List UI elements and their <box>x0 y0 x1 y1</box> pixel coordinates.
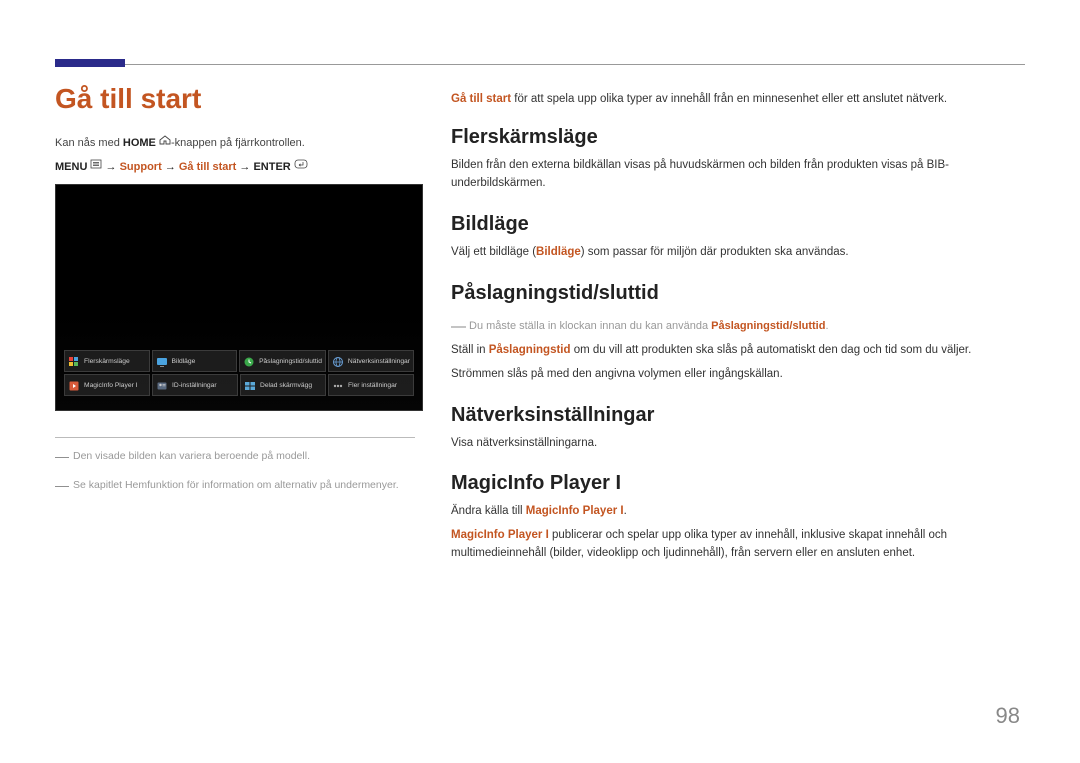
intro-line: Gå till start för att spela upp olika ty… <box>451 91 1025 108</box>
section-title-bildlage: Bildläge <box>451 213 1025 236</box>
screenshot-preview: Flerskärmsläge Bildläge Påslagningstid/s… <box>55 184 423 411</box>
access-pre: Kan nås med <box>55 137 123 149</box>
section-body-flerskarm: Bilden från den externa bildkällan visas… <box>451 157 1025 193</box>
access-instructions: Kan nås med HOME -knappen på fjärrkontro… <box>55 135 423 153</box>
menu-label: Flerskärmsläge <box>84 358 130 365</box>
section-body-natverk: Visa nätverksinställningarna. <box>451 435 1025 453</box>
menu-label: Nätverksinställningar <box>348 358 410 365</box>
menu-row-2: MagicInfo Player I ID-inställningar Dela… <box>64 374 414 396</box>
accent-marker <box>55 59 125 67</box>
section-body-bildlage: Välj ett bildläge (Bildläge) som passar … <box>451 244 1025 262</box>
menu-label: MagicInfo Player I <box>84 382 138 389</box>
menu-item-fler[interactable]: Fler inställningar <box>328 374 414 396</box>
right-column: Gå till start för att spela upp olika ty… <box>451 83 1025 569</box>
menu-item-skarmvagg[interactable]: Delad skärmvägg <box>240 374 326 396</box>
bc-goto: Gå till start <box>179 161 236 173</box>
footnote-1: ―Den visade bilden kan variera beroende … <box>55 444 415 465</box>
enter-icon <box>294 159 308 175</box>
monitor-icon <box>156 355 168 367</box>
section-title-natverk: Nätverksinställningar <box>451 404 1025 427</box>
top-divider <box>55 64 1025 65</box>
breadcrumb: MENU → Support → Gå till start → ENTER <box>55 159 423 177</box>
id-icon <box>156 379 168 391</box>
wall-icon <box>244 379 256 391</box>
content-columns: Gå till start Kan nås med HOME -knappen … <box>55 83 1025 569</box>
menu-label: Bildläge <box>172 358 196 365</box>
menu-row-1: Flerskärmsläge Bildläge Påslagningstid/s… <box>64 350 414 372</box>
menu-icon <box>90 159 102 175</box>
arrow3: → <box>239 161 250 173</box>
menu-item-natverk[interactable]: Nätverksinställningar <box>328 350 414 372</box>
menu-item-bildlage[interactable]: Bildläge <box>152 350 238 372</box>
intro-strong: Gå till start <box>451 93 511 105</box>
play-icon <box>68 379 80 391</box>
menu-grid: Flerskärmsläge Bildläge Påslagningstid/s… <box>64 350 414 398</box>
menu-label: Påslagningstid/sluttid <box>259 358 322 365</box>
section-title-paslag: Påslagningstid/sluttid <box>451 282 1025 305</box>
menu-label: Fler inställningar <box>348 382 397 389</box>
footnotes: ―Den visade bilden kan variera beroende … <box>55 437 415 494</box>
bc-enter: ENTER <box>253 161 290 173</box>
section-body-magicinfo: Ändra källa till MagicInfo Player I. Mag… <box>451 503 1025 562</box>
clock-icon <box>243 355 255 367</box>
menu-item-id[interactable]: ID-inställningar <box>152 374 238 396</box>
paslag-note: ―Du måste ställa in klockan innan du kan… <box>451 313 1025 336</box>
arrow1: → <box>106 161 117 173</box>
section-body-paslag: ―Du måste ställa in klockan innan du kan… <box>451 313 1025 384</box>
page-number: 98 <box>996 703 1020 729</box>
intro-rest: för att spela upp olika typer av innehål… <box>511 93 947 105</box>
menu-item-flerskarm[interactable]: Flerskärmsläge <box>64 350 150 372</box>
arrow2: → <box>165 161 176 173</box>
bc-support: Support <box>120 161 162 173</box>
home-label: HOME <box>123 137 156 149</box>
bc-menu: MENU <box>55 161 87 173</box>
menu-label: ID-inställningar <box>172 382 217 389</box>
page-title: Gå till start <box>55 83 423 115</box>
grid-icon <box>68 355 80 367</box>
menu-item-paslag[interactable]: Påslagningstid/sluttid <box>239 350 326 372</box>
access-post: -knappen på fjärrkontrollen. <box>171 137 305 149</box>
menu-item-magicinfo[interactable]: MagicInfo Player I <box>64 374 150 396</box>
home-icon <box>159 135 171 151</box>
menu-label: Delad skärmvägg <box>260 382 312 389</box>
network-icon <box>332 355 344 367</box>
more-icon <box>332 379 344 391</box>
section-title-flerskarm: Flerskärmsläge <box>451 126 1025 149</box>
footnote-2: ―Se kapitlet Hemfunktion för information… <box>55 473 415 494</box>
left-column: Gå till start Kan nås med HOME -knappen … <box>55 83 423 569</box>
section-title-magicinfo: MagicInfo Player I <box>451 472 1025 495</box>
